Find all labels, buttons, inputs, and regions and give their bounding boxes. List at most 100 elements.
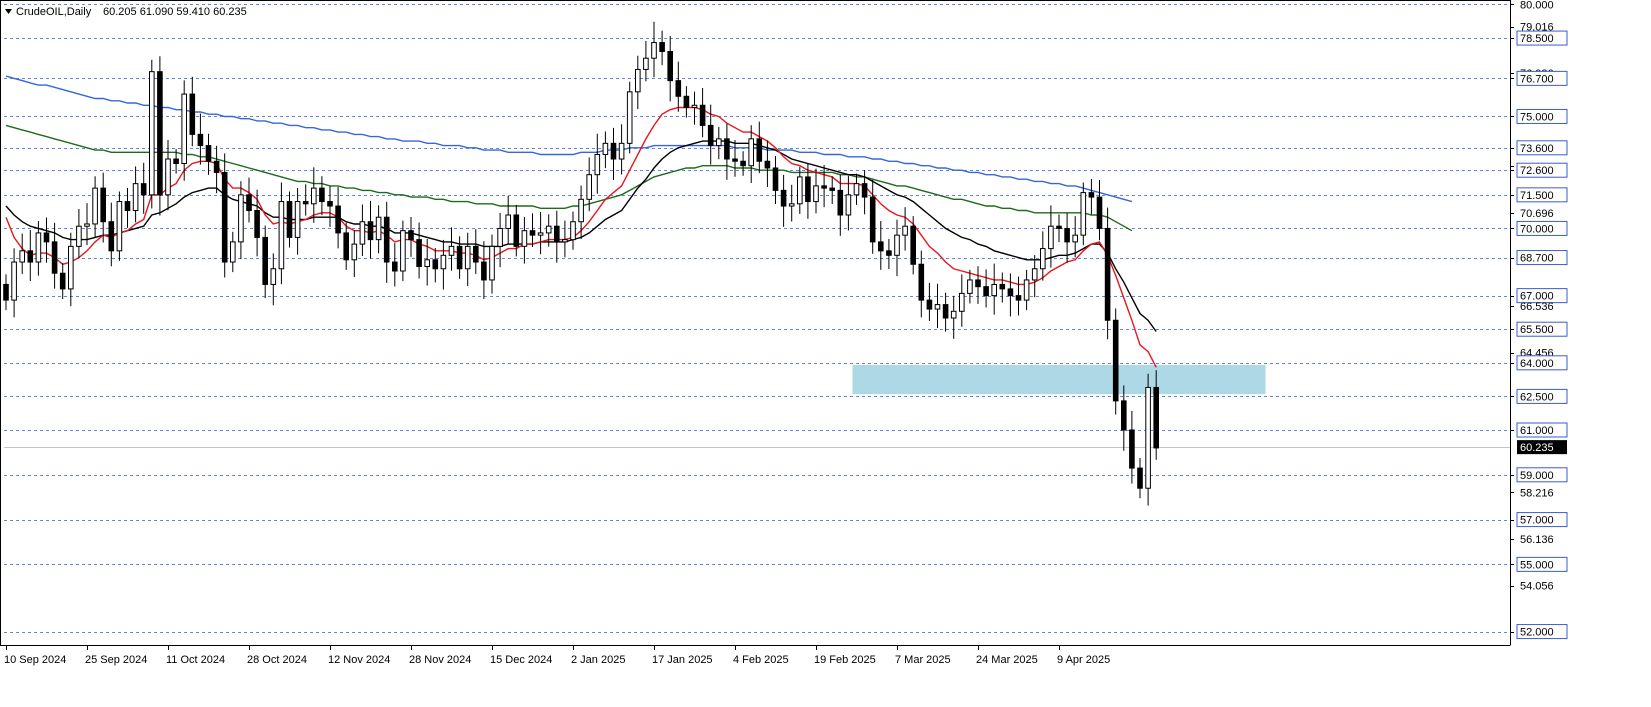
candle-body-down: [861, 183, 868, 198]
candle-body-down: [392, 261, 398, 272]
time-tick-label: 15 Dec 2024: [490, 654, 552, 666]
candle-body-up: [1048, 225, 1054, 250]
candle-body-down: [335, 205, 341, 234]
time-tick-label: 28 Nov 2024: [409, 654, 471, 666]
support-zone: [852, 365, 1266, 395]
candle-body-up: [578, 198, 584, 223]
candle-body-up: [505, 214, 511, 229]
price-chart[interactable]: 10 Sep 2024 25 Sep 2024 11 Oct 2024 28 Oct …: [0, 0, 1651, 707]
candle-body-down: [140, 183, 147, 196]
candle-body-up: [238, 194, 244, 243]
candle-body-up: [116, 201, 123, 252]
candle-body-down: [1112, 319, 1119, 402]
price-tick-label: 61.000: [1520, 425, 1554, 437]
candle-body-up: [959, 292, 965, 312]
candle-body-up: [11, 261, 17, 301]
candle-body-down: [756, 138, 763, 162]
candle-body-down: [108, 221, 115, 252]
candle-body-down: [189, 93, 196, 135]
candle-body-up: [545, 225, 552, 234]
candle-body-down: [886, 250, 892, 256]
time-tick-label: 4 Feb 2025: [733, 654, 789, 666]
candle: [157, 56, 163, 216]
price-tick-label: 54.056: [1520, 581, 1554, 593]
time-tick-label: 17 Jan 2025: [652, 654, 713, 666]
candle-body-up: [424, 259, 430, 268]
price-tick-label: 71.500: [1520, 190, 1554, 202]
candle-body-down: [173, 158, 179, 164]
candle-body-down: [699, 104, 706, 126]
candle-body-down: [610, 142, 617, 160]
candle-body-up: [797, 176, 803, 205]
time-tick-label: 11 Oct 2024: [166, 654, 225, 666]
candle: [221, 153, 228, 278]
candle-body-down: [732, 158, 738, 162]
candle-body-up: [845, 194, 852, 216]
time-tick-label: 2 Jan 2025: [571, 654, 625, 666]
candle-body-up: [991, 283, 998, 297]
candle-body-up: [618, 142, 625, 160]
candle-body-up: [1145, 386, 1151, 489]
time-tick-label: 19 Feb 2025: [814, 654, 876, 666]
candle-body-down: [27, 250, 34, 263]
candle-body-down: [205, 145, 212, 162]
price-tick-label: 78.500: [1520, 33, 1554, 45]
candle-body-down: [246, 194, 252, 212]
candle-body-up: [586, 174, 593, 200]
candle-body-down: [1137, 467, 1143, 489]
candle-body-down: [408, 230, 414, 241]
candle-body-up: [594, 154, 601, 176]
time-tick-label: 7 Mar 2025: [895, 654, 951, 666]
candle-body-up: [894, 234, 900, 256]
candle-body-down: [1088, 192, 1095, 198]
candle-body-up: [651, 42, 657, 59]
price-tick-label: 65.500: [1520, 324, 1554, 336]
candle-body-up: [181, 93, 187, 164]
price-tick-label: 52.000: [1520, 627, 1554, 639]
candle-body-down: [829, 187, 836, 191]
candle-body-up: [1080, 192, 1087, 236]
candle-body-up: [440, 254, 447, 270]
candle-body-down: [157, 71, 163, 196]
candle-body-down: [473, 245, 479, 263]
price-tick-label: 58.216: [1520, 487, 1554, 499]
candle-body-down: [367, 221, 374, 241]
candle-body-down: [51, 241, 58, 274]
candle-body-up: [464, 245, 471, 270]
candle-body-up: [375, 216, 382, 241]
candle-body-down: [1121, 400, 1127, 431]
candle-body-down: [213, 160, 220, 173]
candle-body-down: [942, 304, 949, 319]
price-tick-label: 70.696: [1520, 208, 1554, 220]
candle-body-down: [821, 185, 827, 189]
candle-body-down: [707, 124, 714, 147]
price-tick-label: 62.500: [1520, 391, 1554, 403]
time-tick-label: 25 Sep 2024: [85, 654, 147, 666]
candle-body-up: [967, 279, 973, 294]
time-tick-label: 24 Mar 2025: [976, 654, 1038, 666]
candle-body-down: [926, 299, 933, 310]
candle-body-down: [975, 279, 981, 288]
price-tick-label: 72.600: [1520, 165, 1554, 177]
candle-body-down: [513, 214, 520, 247]
price-tick-label: 55.000: [1520, 559, 1554, 571]
candle-body-up: [1040, 248, 1046, 270]
price-tick-label: 73.600: [1520, 143, 1554, 155]
price-tick-label: 57.000: [1520, 515, 1554, 527]
candle-body-down: [918, 263, 925, 301]
candle-body-down: [319, 187, 325, 203]
chart-header: CrudeOIL,Daily 60.205 61.090 59.410 60.2…: [5, 6, 247, 18]
candle-body-down: [667, 51, 674, 82]
candle-body-up: [626, 91, 633, 144]
candle-body-up: [311, 187, 317, 205]
candle-body-up: [76, 225, 82, 247]
candle-body-up: [716, 138, 722, 147]
candle-body-up: [643, 57, 649, 70]
candle-body-up: [84, 223, 90, 227]
candle-body-down: [43, 232, 50, 243]
candle-body-down: [327, 201, 333, 207]
candle-body-up: [813, 185, 819, 203]
candle-body-down: [780, 189, 787, 207]
candle-body-up: [934, 304, 941, 310]
candle-body-down: [262, 236, 268, 285]
